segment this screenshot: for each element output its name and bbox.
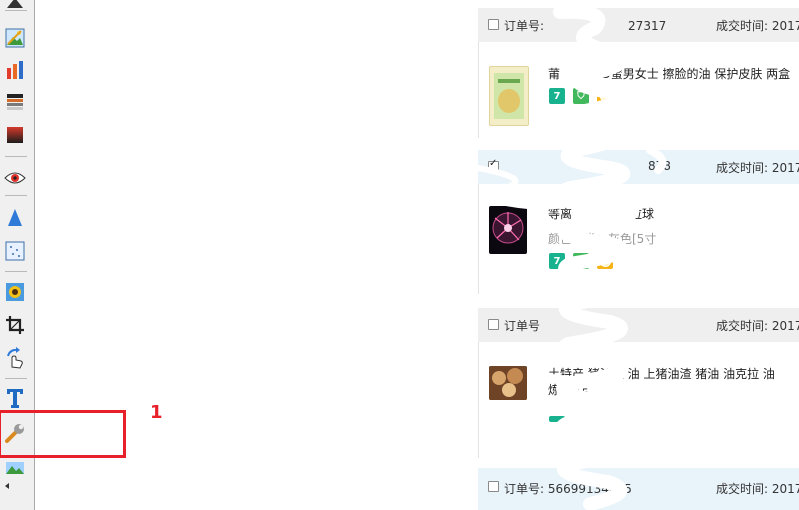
gradient-icon[interactable] [4,124,26,146]
order-time: 成交时间: 2017 [716,19,799,33]
seven-day-return-icon [549,416,565,422]
order-item: 土特产 猪油渣 油 上猪油渣 猪油 油克拉 油 炼油 炸 [478,342,799,458]
product-title[interactable]: 莆 OD蜜男女士 擦脸的油 保护皮肤 两盒 [548,66,799,82]
coin-icon [597,416,613,422]
crop-icon[interactable] [4,314,26,336]
noise-icon[interactable] [4,240,26,262]
toolbar-separator [5,378,27,379]
toolbar-separator [5,271,27,272]
order-time: 成交时间: 2017 [716,319,799,333]
annotation-number: 1 [150,402,163,423]
annotation-highlight-box [0,410,126,458]
order-checkbox[interactable] [488,481,499,492]
toolbar-separator [5,195,27,196]
brush-icon[interactable] [4,0,26,14]
order-header: 订单号: 56699134685 成交时间: 2017 [478,468,799,510]
product-thumbnail[interactable] [489,366,527,400]
order-number: 订单号: 27317 [504,19,667,33]
text-icon[interactable] [4,387,26,409]
product-thumbnail[interactable] [489,66,529,126]
coin-icon [597,88,613,104]
order-header: 订单号 成交时间: 2017 [478,308,799,342]
product-thumbnail[interactable] [489,206,527,254]
guarantee-shield-icon: ⛉ [573,253,589,269]
guarantee-shield-icon [573,416,589,422]
coin-icon [597,253,613,269]
rotate-icon[interactable] [4,347,26,369]
guarantee-shield-icon: ⛉ [573,88,589,104]
order-item: 莆 OD蜜男女士 擦脸的油 保护皮肤 两盒 7 ⛉ [478,42,799,138]
order-header: 订单号: 27317 成交时间: 2017 [478,8,799,42]
product-title-line2[interactable]: 炼油 炸 [548,382,799,398]
service-badges: 7 ⛉ [549,253,613,269]
bar-chart-icon[interactable] [4,59,26,81]
order-header: 878 成交时间: 2017 [478,150,799,184]
image-icon[interactable] [4,27,26,49]
toolbar-separator [5,156,27,157]
order-item: 等离 斯拉球 颜色分类：灰色[5寸 7 ⛉ [478,184,799,294]
sunflower-icon[interactable] [4,281,26,303]
levels-icon[interactable] [4,91,26,113]
eye-icon[interactable] [4,167,26,189]
order-time: 成交时间: 2017 [716,482,799,496]
toolbar-separator [5,10,27,11]
seven-day-return-icon: 7 [549,88,565,104]
order-list: 订单号: 27317 成交时间: 2017 莆 OD蜜男女士 擦脸的油 保护皮肤 两… [478,0,799,510]
product-spec: 颜色分类：灰色[5寸 [548,232,657,246]
order-checkbox[interactable] [488,19,499,30]
sharpen-icon[interactable] [4,207,26,229]
order-number: 订单号 [504,319,541,333]
seven-day-return-icon: 7 [549,253,565,269]
order-checkbox[interactable] [488,158,499,172]
order-number: 订单号: 56699134685 [504,482,632,496]
scroll-left-arrow-icon[interactable] [5,483,9,489]
order-time: 成交时间: 2017 [716,161,799,175]
product-title[interactable]: 土特产 猪油渣 油 上猪油渣 猪油 油克拉 油 [548,366,799,382]
landscape-icon[interactable] [4,457,26,479]
order-number: 878 [648,159,671,173]
service-badges [549,406,613,422]
service-badges: 7 ⛉ [549,88,613,104]
product-title[interactable]: 等离 斯拉球 [548,206,799,222]
order-checkbox[interactable] [488,319,499,330]
